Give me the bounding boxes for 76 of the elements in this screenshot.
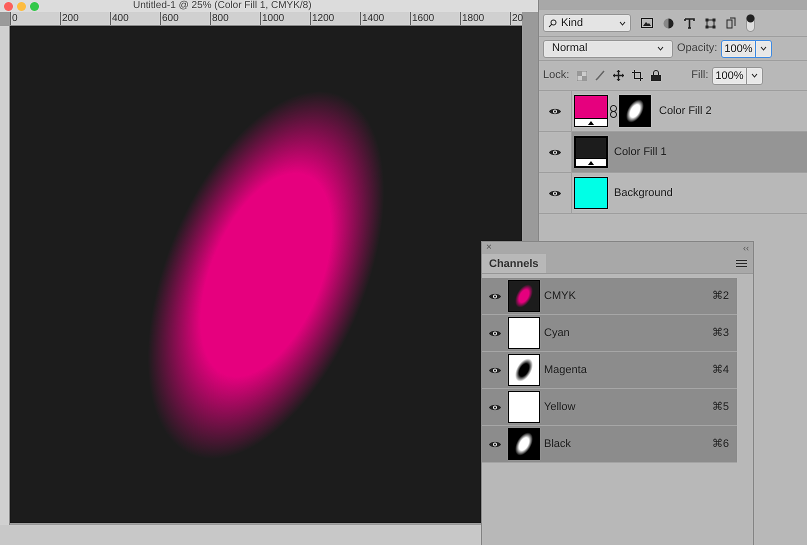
window-title: Untitled-1 @ 25% (Color Fill 1, CMYK/8) [133, 1, 312, 11]
eye-icon[interactable] [488, 292, 502, 300]
layer-row[interactable]: Color Fill 2 [539, 91, 807, 132]
close-button[interactable]: × [486, 243, 492, 253]
channel-thumbnail [509, 281, 539, 311]
channel-name: CMYK [544, 288, 577, 304]
channels-tab[interactable]: Channels [482, 254, 546, 273]
filter-dropdown[interactable]: Kind [543, 14, 631, 32]
caret-icon [657, 46, 664, 51]
channel-thumbnail [509, 429, 539, 459]
ruler-label: 200 [60, 12, 110, 25]
layer-name: Background [614, 186, 673, 201]
collapse-button[interactable]: ‹‹ [743, 244, 749, 252]
eye-icon[interactable] [488, 440, 502, 448]
eye-icon[interactable] [488, 328, 502, 338]
type-icon[interactable] [684, 18, 695, 28]
channel-shortcut: ⌘5 [712, 400, 729, 415]
mask-thumbnail [620, 96, 650, 126]
lock-label: Lock: [543, 68, 570, 84]
channel-row[interactable]: CMYK ⌘2 [482, 278, 737, 315]
layer-row[interactable]: Background [539, 173, 807, 214]
caret-icon [760, 46, 766, 51]
image-icon[interactable] [641, 18, 653, 28]
menu-icon[interactable] [736, 260, 747, 268]
eye-icon[interactable] [548, 188, 562, 198]
channel-shortcut: ⌘6 [712, 436, 729, 452]
link-icon[interactable] [610, 104, 617, 118]
ruler-label: 1000 [260, 12, 310, 25]
caret-icon [750, 73, 758, 78]
ruler-label: 1400 [360, 12, 410, 25]
ruler-label: 1600 [410, 12, 460, 25]
channel-row[interactable]: Black ⌘6 [482, 426, 737, 463]
ruler-label: 1200 [310, 12, 360, 25]
ruler-label: 800 [210, 12, 260, 25]
fill-field[interactable]: 100% [712, 66, 763, 84]
layer-thumbnail [574, 95, 608, 127]
channel-shortcut: ⌘2 [712, 288, 729, 304]
channel-name: Yellow [544, 400, 576, 415]
eye-icon[interactable] [548, 148, 562, 156]
layer-row[interactable]: Color Fill 1 [539, 132, 807, 173]
layer-name: Color Fill 1 [614, 144, 667, 160]
eye-icon[interactable] [488, 366, 502, 374]
transform-icon[interactable] [705, 18, 716, 28]
eye-icon[interactable] [488, 402, 502, 412]
channel-row[interactable]: Yellow ⌘5 [482, 389, 737, 426]
move-icon[interactable] [613, 70, 624, 81]
channel-name: Black [544, 436, 572, 452]
ruler-label: 0 [10, 12, 60, 25]
channel-thumbnail [508, 317, 540, 349]
ruler-label: 1800 [460, 12, 510, 25]
lock-icon[interactable] [651, 70, 662, 81]
ruler-label: 600 [160, 12, 210, 25]
channel-shortcut: ⌘4 [712, 362, 729, 378]
document-icon[interactable] [726, 17, 736, 29]
channel-thumbnail [509, 355, 539, 385]
layer-name: Color Fill 2 [659, 104, 712, 119]
channel-row[interactable]: Cyan ⌘3 [482, 315, 737, 352]
opacity-label: Opacity: [677, 41, 718, 56]
opacity-field[interactable]: 100% [721, 40, 772, 58]
brush-icon[interactable] [595, 70, 606, 81]
channel-shortcut: ⌘3 [712, 326, 729, 341]
channel-row[interactable]: Magenta ⌘4 [482, 352, 737, 389]
crop-icon[interactable] [632, 70, 644, 81]
toggle-icon[interactable] [746, 14, 755, 32]
ruler-label: 400 [110, 12, 160, 25]
channel-name: Magenta [544, 362, 588, 378]
caret-icon [619, 20, 626, 26]
search-icon [548, 18, 557, 28]
checkerboard-icon[interactable] [577, 70, 588, 80]
half-circle-icon[interactable] [663, 18, 674, 28]
layer-thumbnail [574, 136, 608, 168]
fill-label: Fill: [691, 68, 708, 84]
eye-icon[interactable] [548, 106, 562, 116]
channel-thumbnail [508, 391, 540, 423]
channel-name: Cyan [544, 326, 571, 341]
blend-mode-dropdown[interactable]: Normal [543, 40, 673, 58]
